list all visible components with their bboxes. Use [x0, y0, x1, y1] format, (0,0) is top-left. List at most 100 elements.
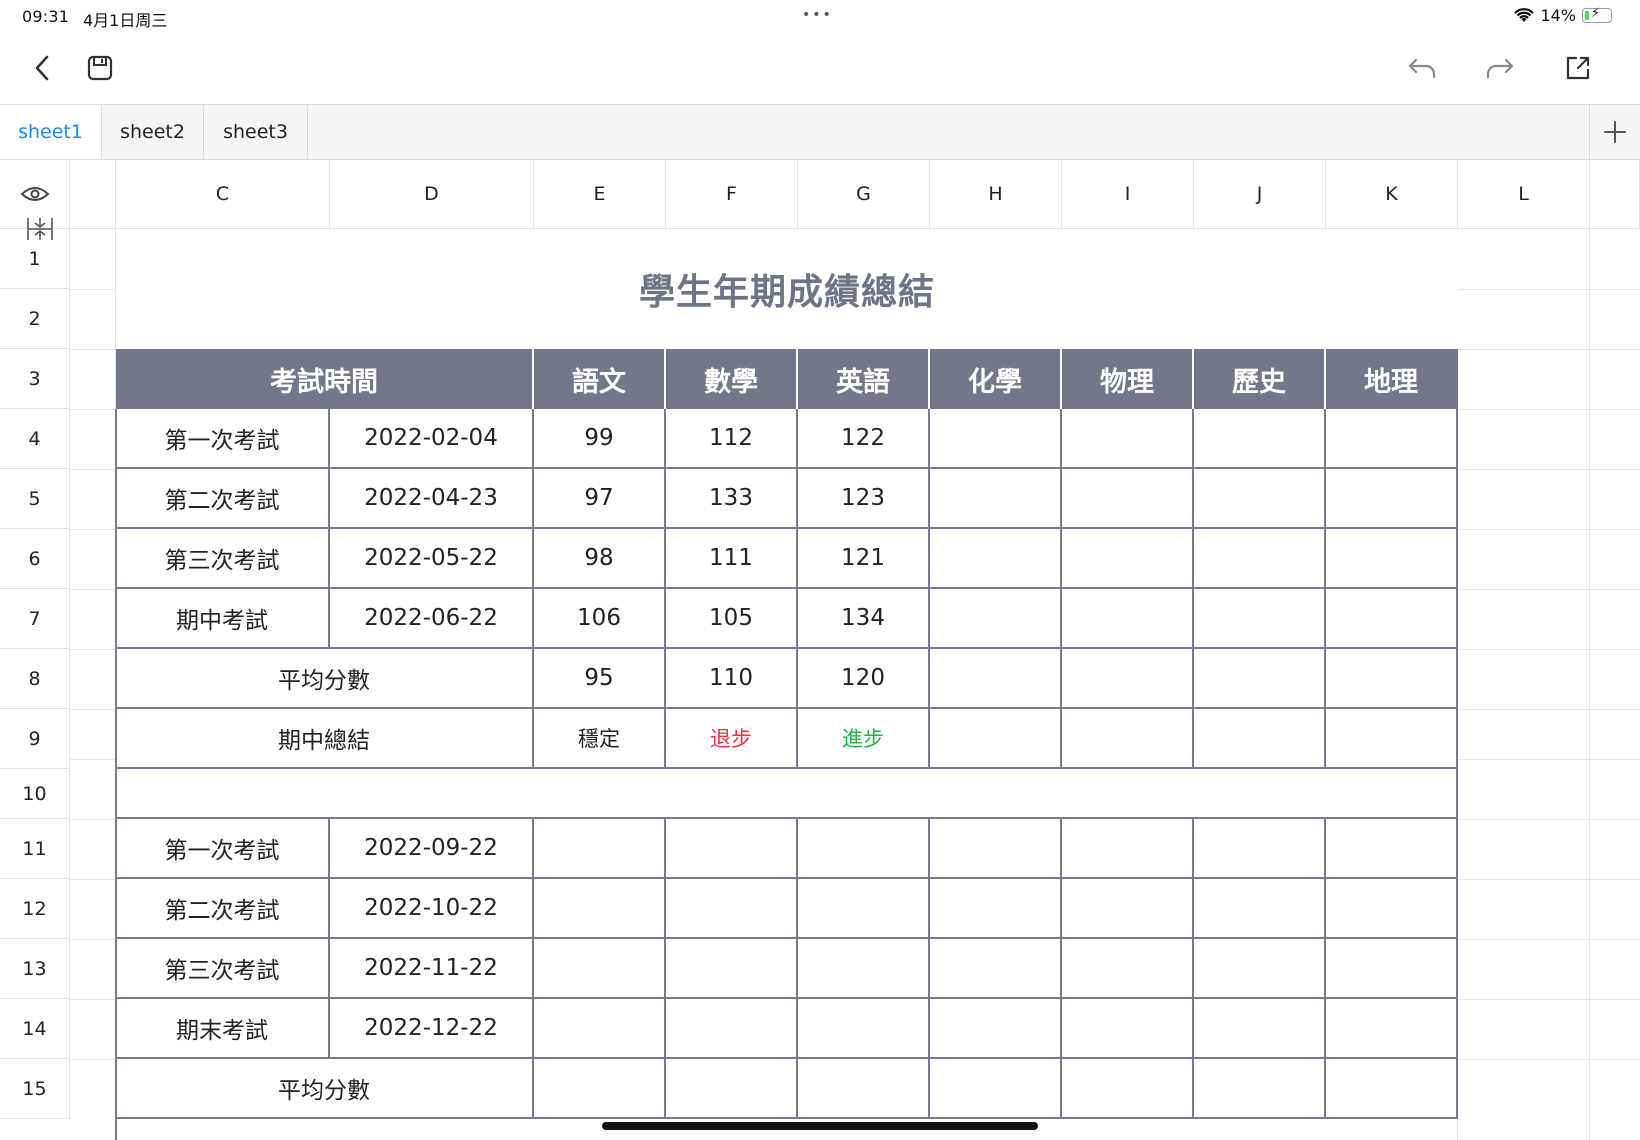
- empty-cell[interactable]: [798, 999, 930, 1059]
- empty-cell[interactable]: [930, 819, 1062, 879]
- empty-cell[interactable]: [666, 999, 798, 1059]
- exam-name-cell[interactable]: 第二次考試: [116, 879, 330, 939]
- empty-cell[interactable]: [1062, 939, 1194, 999]
- empty-cell[interactable]: [930, 879, 1062, 939]
- empty-cell[interactable]: [1326, 879, 1458, 939]
- exam-name-cell[interactable]: 第三次考試: [116, 529, 330, 589]
- empty-cell[interactable]: [1326, 1059, 1458, 1119]
- row-header-14[interactable]: 14: [0, 999, 70, 1059]
- column-header-j[interactable]: J: [1194, 160, 1326, 229]
- exam-name-cell[interactable]: 期中考試: [116, 589, 330, 649]
- header-physics[interactable]: 物理: [1062, 349, 1194, 409]
- empty-cell[interactable]: [1194, 1059, 1326, 1119]
- empty-cell[interactable]: [1062, 1059, 1194, 1119]
- empty-cell[interactable]: [666, 819, 798, 879]
- empty-cell[interactable]: [534, 939, 666, 999]
- empty-cell[interactable]: [798, 879, 930, 939]
- column-header-m[interactable]: [1590, 160, 1640, 229]
- row-header-4[interactable]: 4: [0, 409, 70, 469]
- column-header-k[interactable]: K: [1326, 160, 1458, 229]
- row-header-8[interactable]: 8: [0, 649, 70, 709]
- header-math[interactable]: 數學: [666, 349, 798, 409]
- row-header-12[interactable]: 12: [0, 879, 70, 939]
- home-indicator[interactable]: [602, 1122, 1038, 1130]
- score-cell[interactable]: 122: [798, 409, 930, 469]
- exam-date-cell[interactable]: 2022-10-22: [330, 879, 534, 939]
- empty-cell[interactable]: [1062, 879, 1194, 939]
- tab-sheet1[interactable]: sheet1: [0, 105, 102, 159]
- empty-cell[interactable]: [1062, 409, 1194, 469]
- average-label-cell[interactable]: 平均分數: [116, 1059, 534, 1119]
- empty-cell[interactable]: [930, 649, 1062, 709]
- back-button[interactable]: [22, 48, 62, 88]
- empty-cell[interactable]: [1194, 529, 1326, 589]
- row-header-1[interactable]: 1: [0, 229, 70, 289]
- empty-cell[interactable]: [1062, 589, 1194, 649]
- exam-date-cell[interactable]: 2022-11-22: [330, 939, 534, 999]
- empty-cell[interactable]: [1062, 529, 1194, 589]
- tab-sheet2[interactable]: sheet2: [102, 105, 204, 159]
- summary-improve-cell[interactable]: 進步: [798, 709, 930, 769]
- empty-cell[interactable]: [1194, 819, 1326, 879]
- score-cell[interactable]: 106: [534, 589, 666, 649]
- empty-cell[interactable]: [1194, 469, 1326, 529]
- header-chemistry[interactable]: 化學: [930, 349, 1062, 409]
- average-score-cell[interactable]: 95: [534, 649, 666, 709]
- empty-cell[interactable]: [1326, 649, 1458, 709]
- empty-cell[interactable]: [1194, 409, 1326, 469]
- empty-cell[interactable]: [930, 469, 1062, 529]
- empty-cell[interactable]: [1062, 999, 1194, 1059]
- row-header-13[interactable]: 13: [0, 939, 70, 999]
- multitasking-dots-icon[interactable]: •••: [802, 7, 833, 23]
- empty-cell[interactable]: [798, 819, 930, 879]
- empty-cell[interactable]: [930, 589, 1062, 649]
- row-header-6[interactable]: 6: [0, 529, 70, 589]
- empty-cell[interactable]: [1194, 649, 1326, 709]
- average-label-cell[interactable]: 平均分數: [116, 649, 534, 709]
- empty-cell[interactable]: [1062, 649, 1194, 709]
- column-header-d[interactable]: D: [330, 160, 534, 229]
- score-cell[interactable]: 111: [666, 529, 798, 589]
- header-history[interactable]: 歷史: [1194, 349, 1326, 409]
- row-header-9[interactable]: 9: [0, 709, 70, 769]
- empty-cell[interactable]: [1326, 469, 1458, 529]
- empty-cell[interactable]: [1326, 709, 1458, 769]
- empty-cell[interactable]: [1326, 529, 1458, 589]
- exam-name-cell[interactable]: 第二次考試: [116, 469, 330, 529]
- score-cell[interactable]: 133: [666, 469, 798, 529]
- empty-cell[interactable]: [1326, 589, 1458, 649]
- row-header-10[interactable]: 10: [0, 769, 70, 819]
- row-header-3[interactable]: 3: [0, 349, 70, 409]
- empty-cell[interactable]: [1326, 999, 1458, 1059]
- exam-date-cell[interactable]: 2022-05-22: [330, 529, 534, 589]
- empty-cell[interactable]: [798, 939, 930, 999]
- empty-cell[interactable]: [1326, 409, 1458, 469]
- header-geography[interactable]: 地理: [1326, 349, 1458, 409]
- exam-date-cell[interactable]: 2022-09-22: [330, 819, 534, 879]
- exam-name-cell[interactable]: 期末考試: [116, 999, 330, 1059]
- empty-cell[interactable]: [1194, 879, 1326, 939]
- spacer-row-cell[interactable]: [116, 769, 1458, 819]
- empty-cell[interactable]: [930, 999, 1062, 1059]
- share-button[interactable]: [1558, 48, 1598, 88]
- score-cell[interactable]: 105: [666, 589, 798, 649]
- summary-decline-cell[interactable]: 退步: [666, 709, 798, 769]
- header-chinese[interactable]: 語文: [534, 349, 666, 409]
- summary-label-cell[interactable]: 期中總結: [116, 709, 534, 769]
- empty-cell[interactable]: [1194, 709, 1326, 769]
- exam-date-cell[interactable]: 2022-04-23: [330, 469, 534, 529]
- empty-cell[interactable]: [930, 939, 1062, 999]
- average-score-cell[interactable]: 120: [798, 649, 930, 709]
- column-header-hidden[interactable]: [70, 160, 116, 229]
- column-header-f[interactable]: F: [666, 160, 798, 229]
- row-header-11[interactable]: 11: [0, 819, 70, 879]
- empty-cell[interactable]: [930, 709, 1062, 769]
- add-sheet-button[interactable]: [1589, 105, 1640, 159]
- undo-button[interactable]: [1402, 48, 1442, 88]
- score-cell[interactable]: 98: [534, 529, 666, 589]
- empty-cell[interactable]: [1062, 819, 1194, 879]
- column-header-e[interactable]: E: [534, 160, 666, 229]
- exam-date-cell[interactable]: 2022-12-22: [330, 999, 534, 1059]
- empty-cell[interactable]: [798, 1059, 930, 1119]
- exam-date-cell[interactable]: 2022-06-22: [330, 589, 534, 649]
